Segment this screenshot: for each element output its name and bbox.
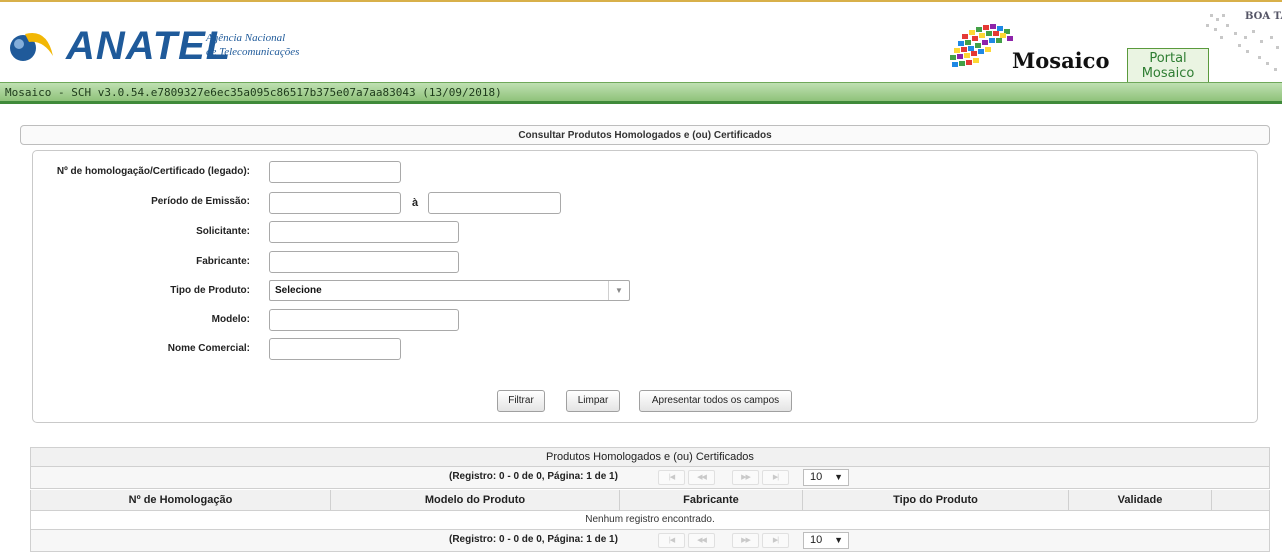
- modelo-input[interactable]: [269, 309, 459, 331]
- anatel-subtitle-line1: Agência Nacional: [206, 32, 286, 44]
- tipo-produto-selected: Selecione: [275, 285, 322, 296]
- last-page-icon[interactable]: ▶|: [762, 470, 789, 485]
- col-fabricante[interactable]: Fabricante: [620, 490, 803, 510]
- greeting-text: BOA TARDE: [1245, 11, 1282, 22]
- prev-page-icon[interactable]: ◀◀: [688, 470, 715, 485]
- pager-bottom: (Registro: 0 - 0 de 0, Página: 1 de 1) |…: [30, 530, 1270, 552]
- pager-top: (Registro: 0 - 0 de 0, Página: 1 de 1) |…: [30, 467, 1270, 489]
- periodo-fim-input[interactable]: [428, 192, 561, 214]
- solicitante-input[interactable]: [269, 221, 459, 243]
- anatel-logo-icon: [10, 32, 53, 61]
- col-validade[interactable]: Validade: [1069, 490, 1212, 510]
- label-homologacao: Nº de homologação/Certificado (legado):: [56, 166, 250, 177]
- results-title: Produtos Homologados e (ou) Certificados: [30, 447, 1270, 467]
- col-modelo[interactable]: Modelo do Produto: [331, 490, 620, 510]
- first-page-icon[interactable]: |◀: [658, 533, 685, 548]
- portal-tab-line2: Mosaico: [1141, 66, 1195, 81]
- filtrar-button[interactable]: Filtrar: [497, 390, 545, 412]
- caret-down-icon: ▼: [834, 472, 843, 482]
- portal-tab-line1: Portal: [1149, 51, 1187, 66]
- next-page-icon[interactable]: ▶▶: [732, 470, 759, 485]
- mosaico-brand: Mosaico: [1012, 48, 1110, 73]
- pager-info-bottom: (Registro: 0 - 0 de 0, Página: 1 de 1): [449, 534, 618, 545]
- col-tipo-produto[interactable]: Tipo do Produto: [803, 490, 1069, 510]
- nome-comercial-input[interactable]: [269, 338, 401, 360]
- periodo-separator: à: [412, 197, 419, 209]
- apresentar-todos-button[interactable]: Apresentar todos os campos: [639, 390, 792, 412]
- label-modelo: Modelo:: [211, 314, 250, 325]
- first-page-icon[interactable]: |◀: [658, 470, 685, 485]
- version-bar: Mosaico - SCH v3.0.54.e7809327e6ec35a095…: [0, 82, 1282, 104]
- homologacao-input[interactable]: [269, 161, 401, 183]
- version-text: Mosaico - SCH v3.0.54.e7809327e6ec35a095…: [5, 86, 502, 99]
- last-page-icon[interactable]: ▶|: [762, 533, 789, 548]
- label-nome-comercial: Nome Comercial:: [167, 343, 250, 354]
- label-solicitante: Solicitante:: [196, 226, 250, 237]
- filter-panel-title: Consultar Produtos Homologados e (ou) Ce…: [20, 125, 1270, 145]
- fabricante-input[interactable]: [269, 251, 459, 273]
- page-size-select-bottom[interactable]: 10 ▼: [803, 532, 849, 549]
- prev-page-icon[interactable]: ◀◀: [688, 533, 715, 548]
- limpar-button[interactable]: Limpar: [566, 390, 620, 412]
- portal-mosaico-tab[interactable]: Portal Mosaico: [1127, 48, 1209, 82]
- app-header: ANATEL Agência Nacional de Telecomunicaç…: [0, 0, 1282, 84]
- anatel-subtitle: Agência Nacional de Telecomunicações: [206, 31, 299, 59]
- pager-info: (Registro: 0 - 0 de 0, Página: 1 de 1): [449, 471, 618, 482]
- caret-down-icon: ▼: [834, 535, 843, 545]
- label-tipo-produto: Tipo de Produto:: [170, 285, 250, 296]
- results-header-row: Nº de Homologação Modelo do Produto Fabr…: [30, 490, 1270, 511]
- anatel-subtitle-line2: de Telecomunicações: [206, 46, 300, 58]
- col-actions: [1212, 490, 1269, 510]
- page-size-select[interactable]: 10 ▼: [803, 469, 849, 486]
- tipo-produto-select[interactable]: Selecione ▼: [269, 280, 630, 301]
- page-size-value: 10: [810, 471, 823, 483]
- chevron-down-icon: ▼: [608, 281, 629, 300]
- next-page-icon[interactable]: ▶▶: [732, 533, 759, 548]
- periodo-inicio-input[interactable]: [269, 192, 401, 214]
- label-periodo: Período de Emissão:: [151, 196, 250, 207]
- label-fabricante: Fabricante:: [196, 256, 250, 267]
- page-size-value-bottom: 10: [810, 534, 823, 546]
- empty-message: Nenhum registro encontrado.: [30, 511, 1270, 530]
- col-homologacao[interactable]: Nº de Homologação: [31, 490, 331, 510]
